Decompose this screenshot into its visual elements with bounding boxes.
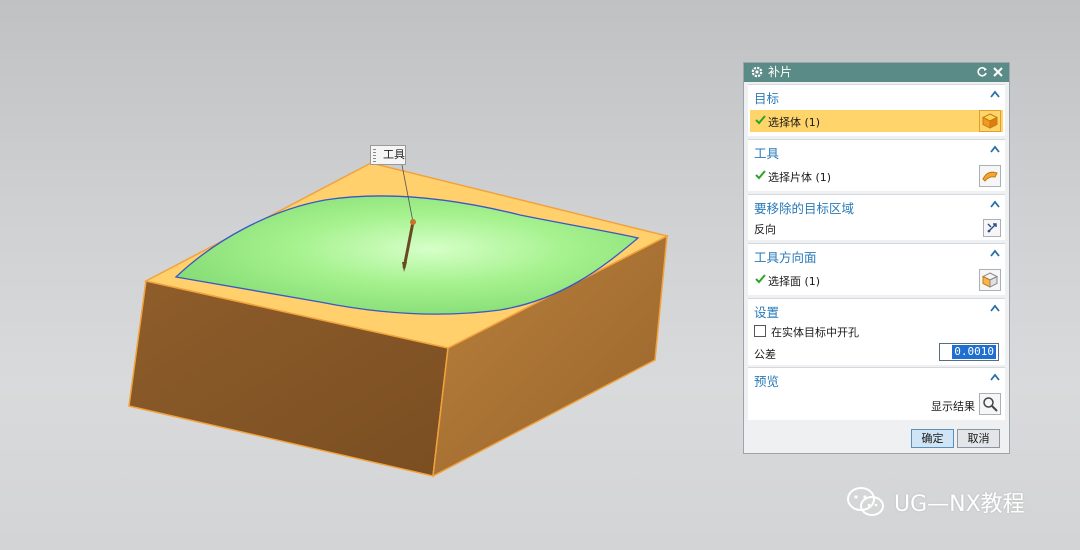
dialog-title: 补片 xyxy=(768,65,793,79)
section-remove-region: 要移除的目标区域 反向 xyxy=(748,194,1005,240)
select-face-button[interactable] xyxy=(979,269,1001,291)
cancel-button[interactable]: 取消 xyxy=(957,429,1000,448)
section-settings-header[interactable]: 设置 xyxy=(754,302,779,321)
section-preview-header[interactable]: 预览 xyxy=(754,371,779,390)
open-hole-checkbox[interactable] xyxy=(754,325,766,337)
face-icon xyxy=(982,272,998,288)
tolerance-row: 公差 0.0010 xyxy=(750,342,1003,364)
select-face-label: 选择面 (1) xyxy=(768,275,821,288)
select-face-row[interactable]: 选择面 (1) xyxy=(750,269,1003,291)
show-result-row: 显示结果 xyxy=(750,393,1003,415)
section-remove-region-header[interactable]: 要移除的目标区域 xyxy=(754,198,854,217)
check-icon xyxy=(755,274,766,284)
select-body-label: 选择体 (1) xyxy=(768,116,821,129)
select-sheet-row[interactable]: 选择片体 (1) xyxy=(750,165,1003,187)
close-icon[interactable] xyxy=(991,65,1005,79)
select-sheet-label: 选择片体 (1) xyxy=(768,171,832,184)
tolerance-label: 公差 xyxy=(754,348,776,361)
section-tool-header[interactable]: 工具 xyxy=(754,143,779,162)
select-body-row[interactable]: 选择体 (1) xyxy=(750,110,1003,132)
reverse-direction-icon xyxy=(987,223,997,233)
reverse-label: 反向 xyxy=(754,223,776,236)
section-target: 目标 选择体 (1) xyxy=(748,84,1005,136)
select-sheet-button[interactable] xyxy=(979,165,1001,187)
watermark: UG—NX教程 xyxy=(846,484,1025,520)
wechat-icon xyxy=(847,487,884,516)
section-settings: 设置 在实体目标中开孔 公差 0.0010 xyxy=(748,298,1005,365)
section-target-header[interactable]: 目标 xyxy=(754,88,779,107)
select-body-button[interactable] xyxy=(979,110,1001,132)
sheet-body-icon xyxy=(982,171,998,182)
callout-label: 工具 xyxy=(383,148,405,161)
watermark-text: UG—NX教程 xyxy=(894,492,1025,517)
section-tool-face: 工具方向面 选择面 (1) xyxy=(748,243,1005,295)
show-result-button[interactable] xyxy=(979,393,1001,415)
ok-button[interactable]: 确定 xyxy=(911,429,954,448)
chevron-up-icon[interactable] xyxy=(989,89,1001,99)
chevron-up-icon[interactable] xyxy=(989,144,1001,154)
direction-origin xyxy=(410,219,416,225)
tolerance-input[interactable]: 0.0010 xyxy=(939,343,999,361)
magnifier-icon xyxy=(983,397,998,412)
section-tool-face-header[interactable]: 工具方向面 xyxy=(754,247,817,266)
gear-icon[interactable] xyxy=(750,65,764,79)
solid-body-icon xyxy=(982,113,998,129)
reverse-row: 反向 xyxy=(750,217,1003,239)
section-preview: 预览 显示结果 xyxy=(748,367,1005,420)
chevron-up-icon[interactable] xyxy=(989,248,1001,258)
section-tool: 工具 选择片体 (1) xyxy=(748,139,1005,191)
tool-callout[interactable]: 工具 xyxy=(370,145,406,165)
chevron-up-icon[interactable] xyxy=(989,303,1001,313)
dialog-titlebar[interactable]: 补片 xyxy=(744,63,1009,82)
open-hole-label: 在实体目标中开孔 xyxy=(771,326,859,339)
check-icon xyxy=(755,170,766,180)
open-hole-row: 在实体目标中开孔 xyxy=(750,321,1003,343)
patch-dialog: 补片 目标 选择体 (1) 工具 选择片体 (1) 要移除的目标区域 反向 工具… xyxy=(743,62,1010,454)
chevron-up-icon[interactable] xyxy=(989,199,1001,209)
chevron-up-icon[interactable] xyxy=(989,372,1001,382)
tolerance-value: 0.0010 xyxy=(952,345,996,359)
show-result-label: 显示结果 xyxy=(931,400,975,413)
reverse-direction-button[interactable] xyxy=(983,219,1001,237)
reset-icon[interactable] xyxy=(975,65,989,79)
grip-icon xyxy=(373,149,376,162)
check-icon xyxy=(755,115,766,125)
